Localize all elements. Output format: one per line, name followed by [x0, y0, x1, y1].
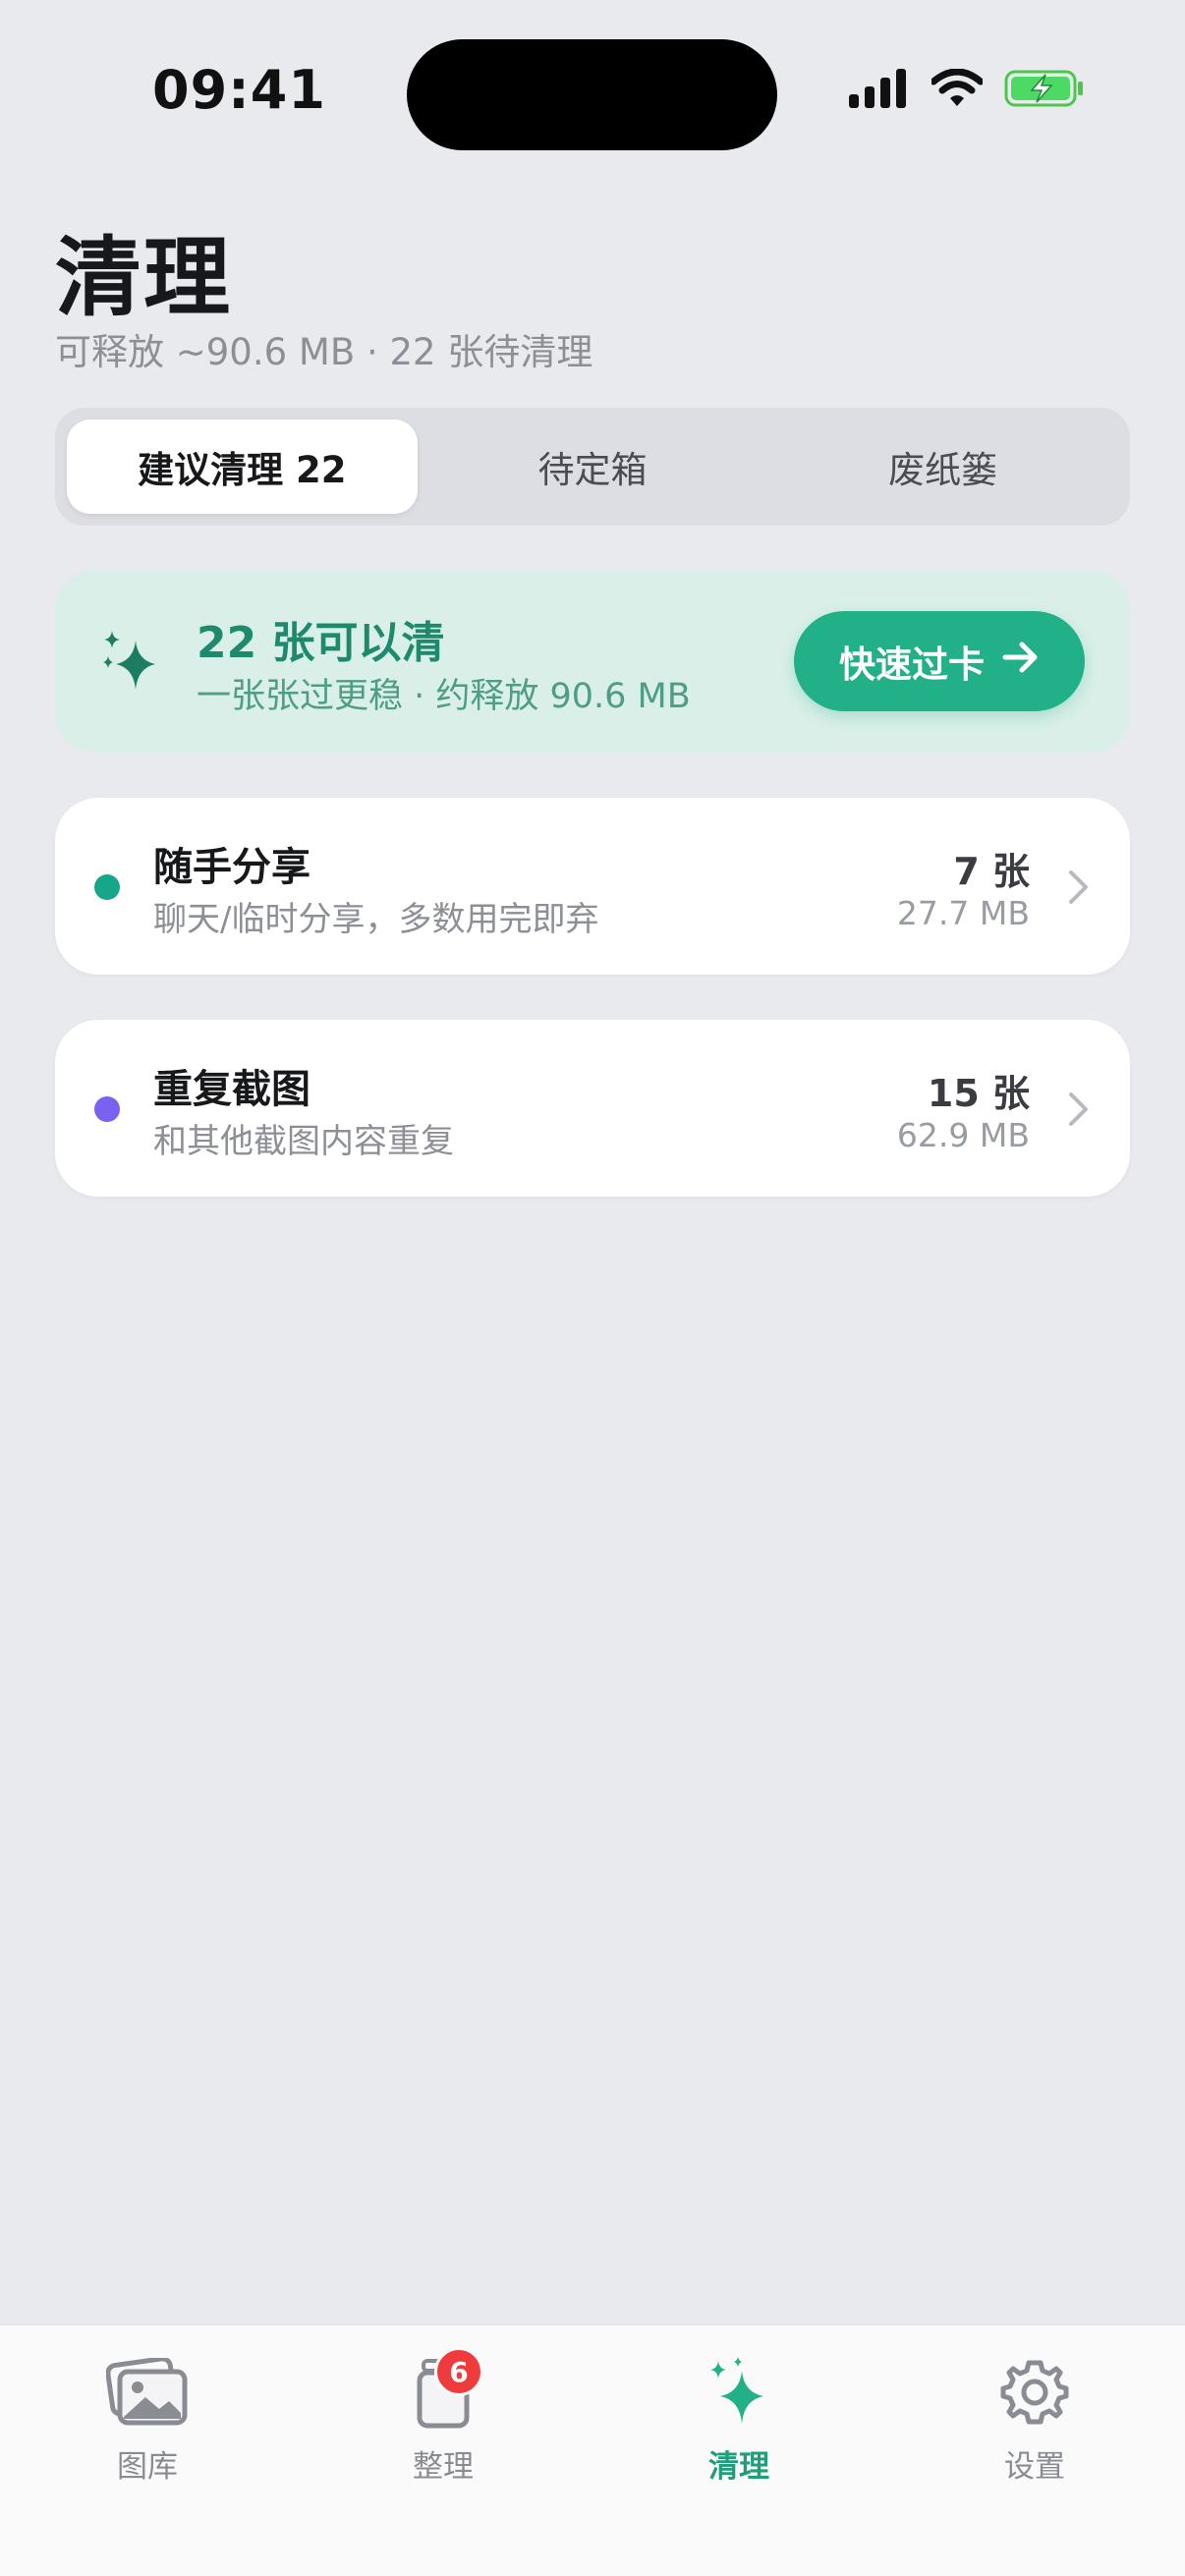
status-bar: 09:41	[0, 0, 1185, 196]
photos-icon	[103, 2351, 192, 2434]
tab-settings[interactable]: 设置	[936, 2351, 1133, 2486]
organize-badge: 6	[434, 2347, 483, 2396]
dynamic-island	[407, 39, 777, 150]
category-card-duplicates[interactable]: 重复截图 和其他截图内容重复 15 张 62.9 MB	[55, 1020, 1130, 1197]
tab-label: 清理	[708, 2449, 769, 2485]
tab-pending[interactable]: 待定箱	[418, 420, 768, 514]
category-dot	[94, 1096, 120, 1122]
tab-bar: 图库 6 整理 清理 设置	[0, 2324, 1185, 2576]
quick-review-button[interactable]: 快速过卡	[794, 611, 1085, 711]
category-title: 随手分享	[153, 845, 310, 890]
quick-review-label: 快速过卡	[839, 644, 985, 686]
banner-subtitle: 一张张过更稳 · 约释放 90.6 MB	[197, 677, 691, 716]
tab-cleanup[interactable]: 清理	[641, 2351, 837, 2486]
tab-library[interactable]: 图库	[49, 2351, 246, 2486]
category-title: 重复截图	[153, 1067, 310, 1112]
status-icons	[849, 68, 1085, 112]
wifi-icon	[930, 68, 985, 112]
category-desc: 和其他截图内容重复	[153, 1122, 454, 1161]
tab-label: 图库	[117, 2449, 178, 2485]
category-size: 27.7 MB	[896, 894, 1030, 932]
stack-icon: 6	[399, 2347, 487, 2434]
page-title: 清理	[55, 227, 233, 328]
sparkle-icon	[98, 627, 167, 701]
sparkle-icon	[695, 2351, 783, 2434]
gear-icon	[990, 2351, 1079, 2434]
tab-trash[interactable]: 废纸篓	[767, 420, 1118, 514]
category-card-share[interactable]: 随手分享 聊天/临时分享，多数用完即弃 7 张 27.7 MB	[55, 798, 1130, 975]
signal-icon	[849, 69, 910, 112]
category-desc: 聊天/临时分享，多数用完即弃	[153, 900, 599, 939]
segmented-control: 建议清理 22 待定箱 废纸篓	[55, 408, 1130, 526]
battery-icon	[1004, 69, 1085, 112]
tab-label: 设置	[1004, 2449, 1065, 2485]
category-count: 15 张	[927, 1072, 1030, 1115]
tab-suggested[interactable]: 建议清理 22	[67, 420, 418, 514]
tab-organize[interactable]: 6 整理	[345, 2347, 541, 2486]
arrow-right-icon	[1002, 641, 1040, 683]
category-dot	[94, 874, 120, 900]
page-subtitle: 可释放 ~90.6 MB · 22 张待清理	[55, 331, 593, 373]
banner-title: 22 张可以清	[197, 618, 445, 668]
category-size: 62.9 MB	[896, 1116, 1030, 1154]
cleanup-banner: 22 张可以清 一张张过更稳 · 约释放 90.6 MB 快速过卡	[55, 570, 1130, 753]
tab-label: 整理	[413, 2449, 474, 2485]
chevron-right-icon	[1067, 1091, 1091, 1132]
category-count: 7 张	[953, 850, 1030, 893]
status-time: 09:41	[152, 59, 326, 121]
chevron-right-icon	[1067, 868, 1091, 910]
